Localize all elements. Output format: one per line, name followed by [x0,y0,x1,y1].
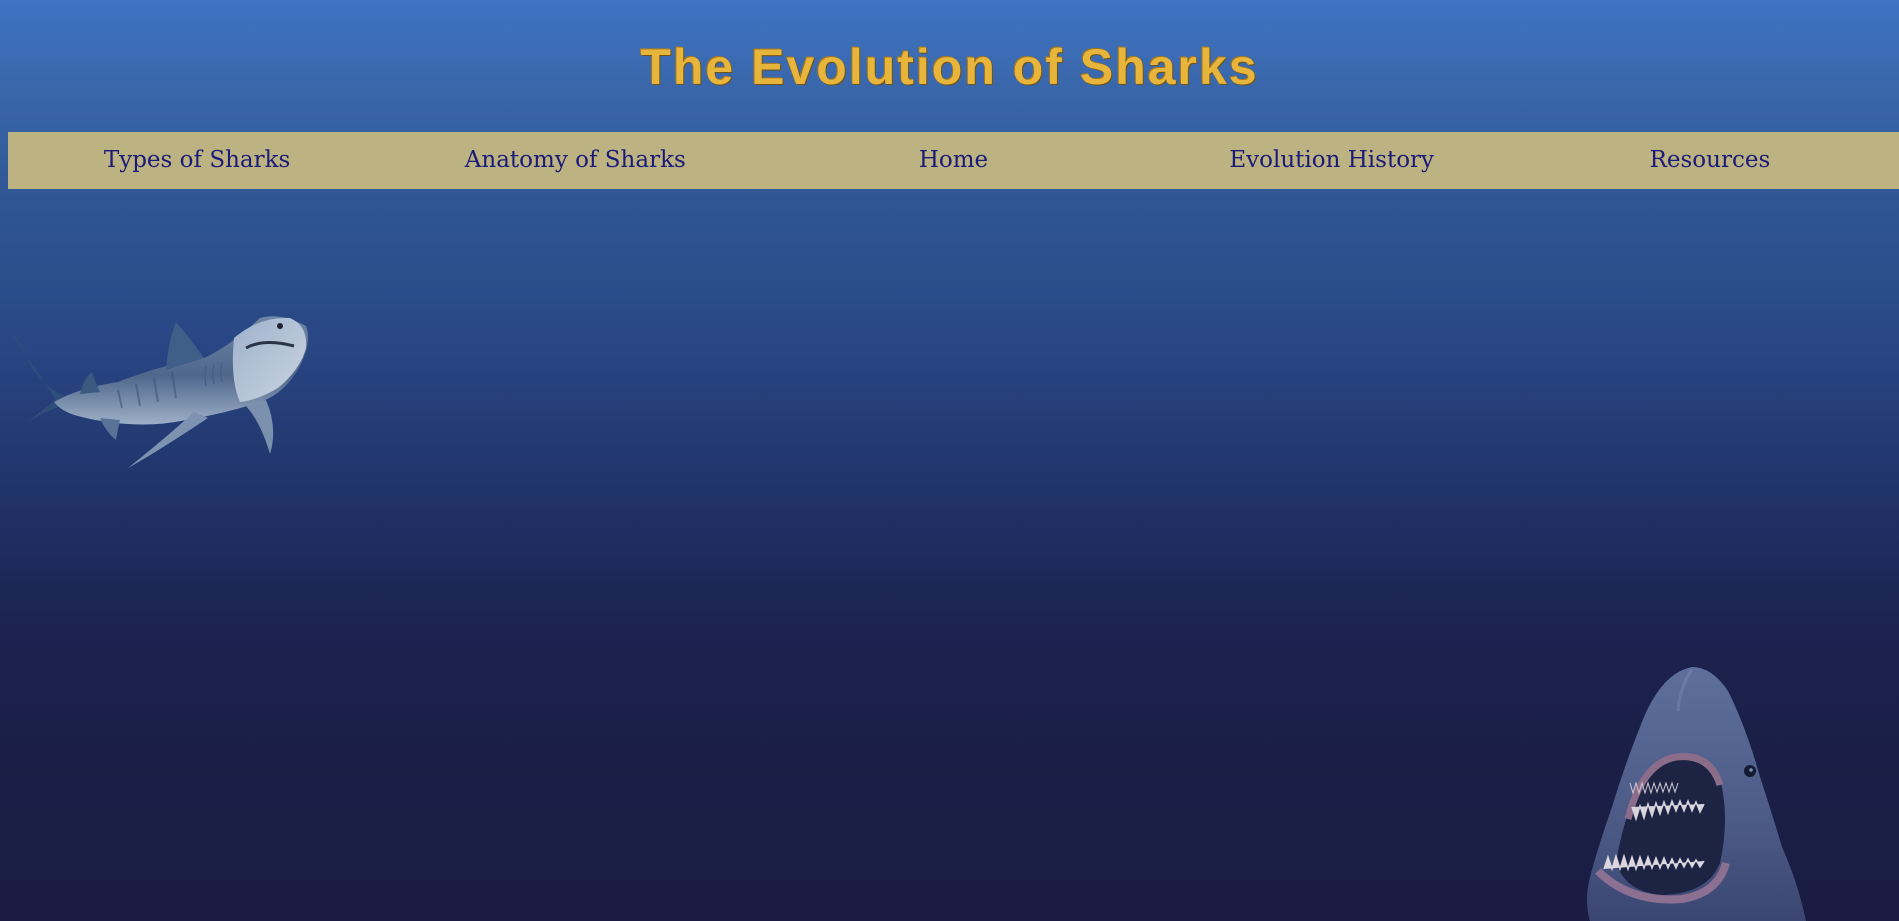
great-white-shark-image [1587,667,1806,921]
tiger-shark-image [12,316,308,468]
main-navigation: Types of Sharks Anatomy of Sharks Home E… [8,132,1899,189]
page-header: The Evolution of Sharks [0,0,1899,132]
nav-item-resources[interactable]: Resources [1521,132,1899,189]
page-title: The Evolution of Sharks [640,39,1259,95]
nav-item-home[interactable]: Home [764,132,1142,189]
nav-item-types-of-sharks[interactable]: Types of Sharks [8,132,386,189]
nav-item-anatomy-of-sharks[interactable]: Anatomy of Sharks [386,132,764,189]
nav-item-evolution-history[interactable]: Evolution History [1143,132,1521,189]
